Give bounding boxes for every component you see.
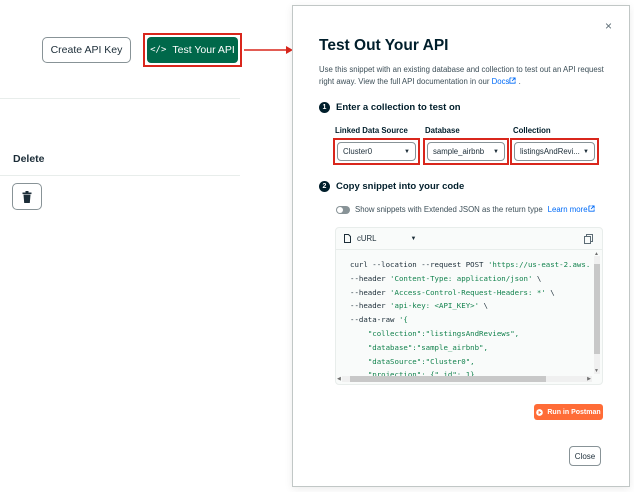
copy-icon[interactable] <box>584 234 593 244</box>
caret-down-icon: ▼ <box>583 148 589 155</box>
scroll-left-arrow[interactable]: ◀ <box>337 376 341 382</box>
code-token: --header <box>350 301 391 311</box>
run-in-postman-label: Run in Postman <box>547 408 601 416</box>
test-your-api-button[interactable]: </> Test Your API <box>147 37 238 63</box>
code-token: --data-raw <box>350 315 399 325</box>
create-api-key-button[interactable]: Create API Key <box>42 37 131 63</box>
database-select-highlight: sample_airbnb ▼ <box>423 138 509 165</box>
code-token: \ <box>545 287 555 297</box>
external-link-icon <box>509 77 516 84</box>
trash-icon <box>22 190 32 203</box>
pointer-arrow <box>244 46 293 54</box>
code-token: curl --location --request POST <box>350 260 488 269</box>
select-value: Cluster0 <box>343 147 373 156</box>
code-line: "dataSource":"Cluster0", <box>350 355 590 369</box>
test-api-modal: × Test Out Your API Use this snippet wit… <box>292 5 630 487</box>
step-number: 2 <box>319 181 330 192</box>
close-button[interactable]: Close <box>569 446 601 466</box>
learn-more-link[interactable]: Learn more <box>548 205 595 214</box>
step-1: 1 Enter a collection to test on <box>319 102 461 113</box>
scroll-down-arrow[interactable]: ▼ <box>594 368 599 374</box>
code-string: 'api-key: <API_KEY>' <box>390 301 480 311</box>
language-select[interactable]: cURL <box>357 234 377 243</box>
test-api-highlight: </> Test Your API <box>143 33 242 67</box>
caret-down-icon: ▼ <box>493 148 499 155</box>
linked-select-highlight: Cluster0 ▼ <box>333 138 420 165</box>
file-icon <box>344 234 351 243</box>
description-text: Use this snippet with an existing databa… <box>319 65 604 86</box>
code-line: --header 'api-key: <API_KEY>' \ <box>350 299 590 313</box>
extended-json-row: Show snippets with Extended JSON as the … <box>336 205 595 214</box>
divider <box>0 175 240 176</box>
delete-button[interactable] <box>12 183 42 210</box>
snippet-header: cURL ▼ <box>336 228 602 250</box>
code-string: "dataSource":"Cluster0", <box>367 356 475 366</box>
code-string: "collection":"listingsAndReviews", <box>367 328 520 338</box>
play-icon <box>536 408 544 416</box>
collection-select-highlight: listingsAndRevi... ▼ <box>510 138 599 165</box>
code-token: --header <box>350 287 391 297</box>
select-value: sample_airbnb <box>433 147 485 156</box>
code-line: --data-raw '{ <box>350 313 590 327</box>
step-label: Enter a collection to test on <box>336 102 461 113</box>
code-line: --header 'Access-Control-Request-Headers… <box>350 286 590 300</box>
collection-select[interactable]: listingsAndRevi... ▼ <box>514 142 595 161</box>
close-icon[interactable]: × <box>605 19 612 33</box>
code-token: --header <box>350 273 391 283</box>
vertical-scrollbar-thumb[interactable] <box>594 264 600 354</box>
code-string: '{ <box>398 315 408 325</box>
step-number: 1 <box>319 102 330 113</box>
linked-data-source-label: Linked Data Source <box>335 126 408 135</box>
code-string: "database":"sample_airbnb", <box>367 342 488 352</box>
code-string: 'Content-Type: application/json' <box>390 273 533 283</box>
scroll-right-arrow[interactable]: ▶ <box>587 376 591 382</box>
extended-json-toggle[interactable] <box>336 205 350 214</box>
docs-link[interactable]: Docs <box>492 77 517 86</box>
external-link-icon <box>587 205 595 212</box>
code-line: curl --location --request POST 'https://… <box>350 258 590 272</box>
description-end: . <box>518 77 521 86</box>
code-string: 'Access-Control-Request-Headers: *' <box>390 287 546 297</box>
database-select[interactable]: sample_airbnb ▼ <box>427 142 505 161</box>
modal-description: Use this snippet with an existing databa… <box>319 64 609 88</box>
extended-json-label: Show snippets with Extended JSON as the … <box>355 205 543 214</box>
delete-column-header: Delete <box>13 153 45 165</box>
caret-down-icon[interactable]: ▼ <box>411 236 417 242</box>
scroll-up-arrow[interactable]: ▲ <box>594 251 599 257</box>
linked-data-source-select[interactable]: Cluster0 ▼ <box>337 142 416 161</box>
select-value: listingsAndRevi... <box>520 147 580 156</box>
test-your-api-label: Test Your API <box>172 44 235 56</box>
collection-label: Collection <box>513 126 551 135</box>
modal-title: Test Out Your API <box>319 37 449 54</box>
code-line: --header 'Content-Type: application/json… <box>350 272 590 286</box>
horizontal-scrollbar-thumb[interactable] <box>350 376 546 382</box>
divider <box>0 98 240 99</box>
code-string: 'https://us-east-2.aws.da <box>487 260 590 269</box>
screen: Create API Key </> Test Your API Delete … <box>0 0 634 492</box>
code-snippet-panel: cURL ▼ curl --location --request POST 'h… <box>335 227 603 385</box>
code-text[interactable]: curl --location --request POST 'https://… <box>350 258 590 382</box>
code-token: \ <box>532 273 542 283</box>
run-in-postman-button[interactable]: Run in Postman <box>534 404 603 420</box>
step-2: 2 Copy snippet into your code <box>319 181 464 192</box>
caret-down-icon: ▼ <box>404 148 410 155</box>
code-token: \ <box>479 301 488 311</box>
database-label: Database <box>425 126 460 135</box>
step-label: Copy snippet into your code <box>336 181 465 192</box>
code-line: "collection":"listingsAndReviews", <box>350 327 590 341</box>
code-icon: </> <box>150 45 167 55</box>
code-line: "database":"sample_airbnb", <box>350 341 590 355</box>
